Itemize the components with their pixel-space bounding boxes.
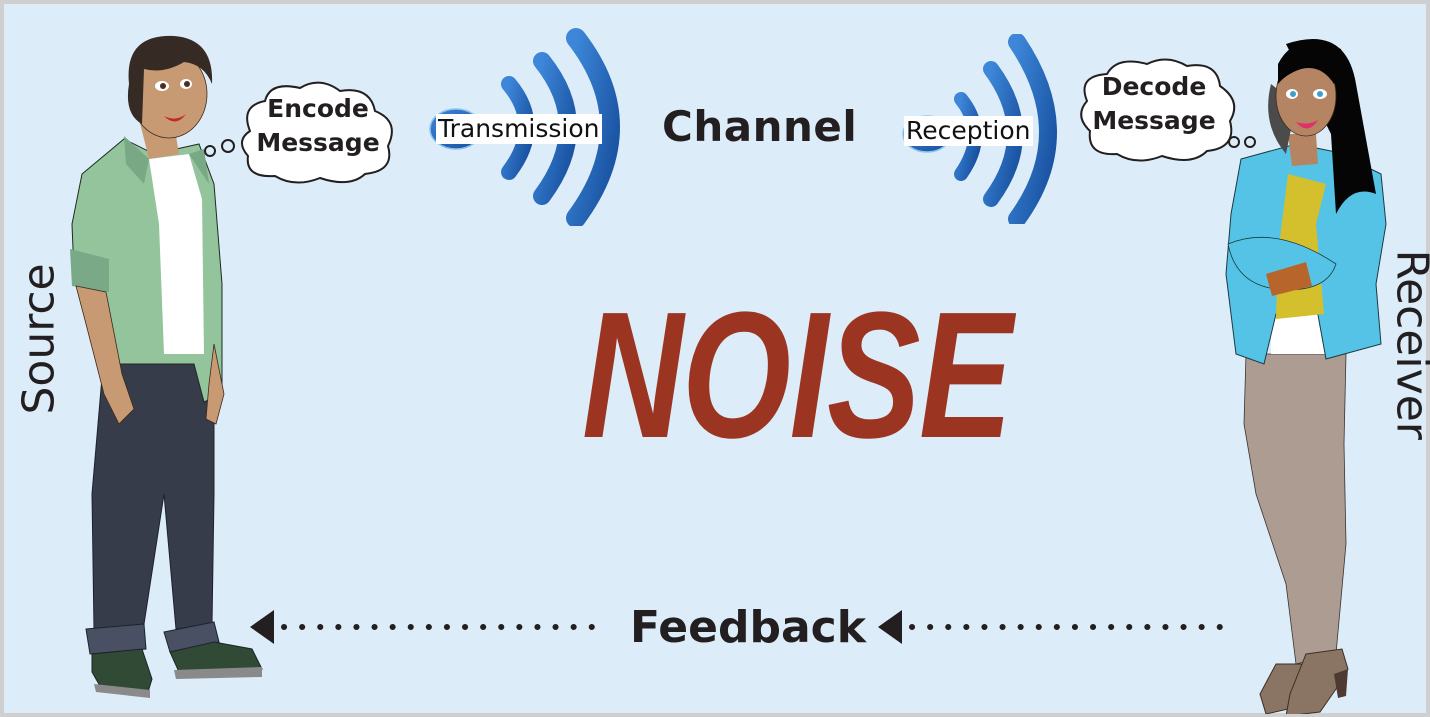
noise-label: NOISE	[582, 275, 1013, 476]
feedback-arrow-left	[250, 610, 603, 644]
receiver-label: Receiver	[1386, 249, 1430, 440]
encode-message-text: Encode Message	[250, 92, 386, 160]
message-word: Message	[256, 128, 380, 157]
channel-label: Channel	[662, 102, 858, 151]
source-label: Source	[13, 263, 65, 415]
arrowhead-icon	[250, 610, 274, 644]
decode-message-text: Decode Message	[1084, 70, 1224, 138]
transmission-label: Transmission	[436, 114, 602, 144]
arrowhead-icon	[878, 610, 902, 644]
encode-word: Encode	[267, 94, 369, 123]
reception-label: Reception	[904, 116, 1033, 146]
decode-word: Decode	[1101, 72, 1207, 101]
feedback-arrow-right	[878, 610, 1225, 644]
feedback-label: Feedback	[630, 602, 866, 653]
message-word: Message	[1092, 106, 1216, 135]
diagram-canvas: Encode Message Decode Message Transmissi…	[4, 4, 1430, 714]
